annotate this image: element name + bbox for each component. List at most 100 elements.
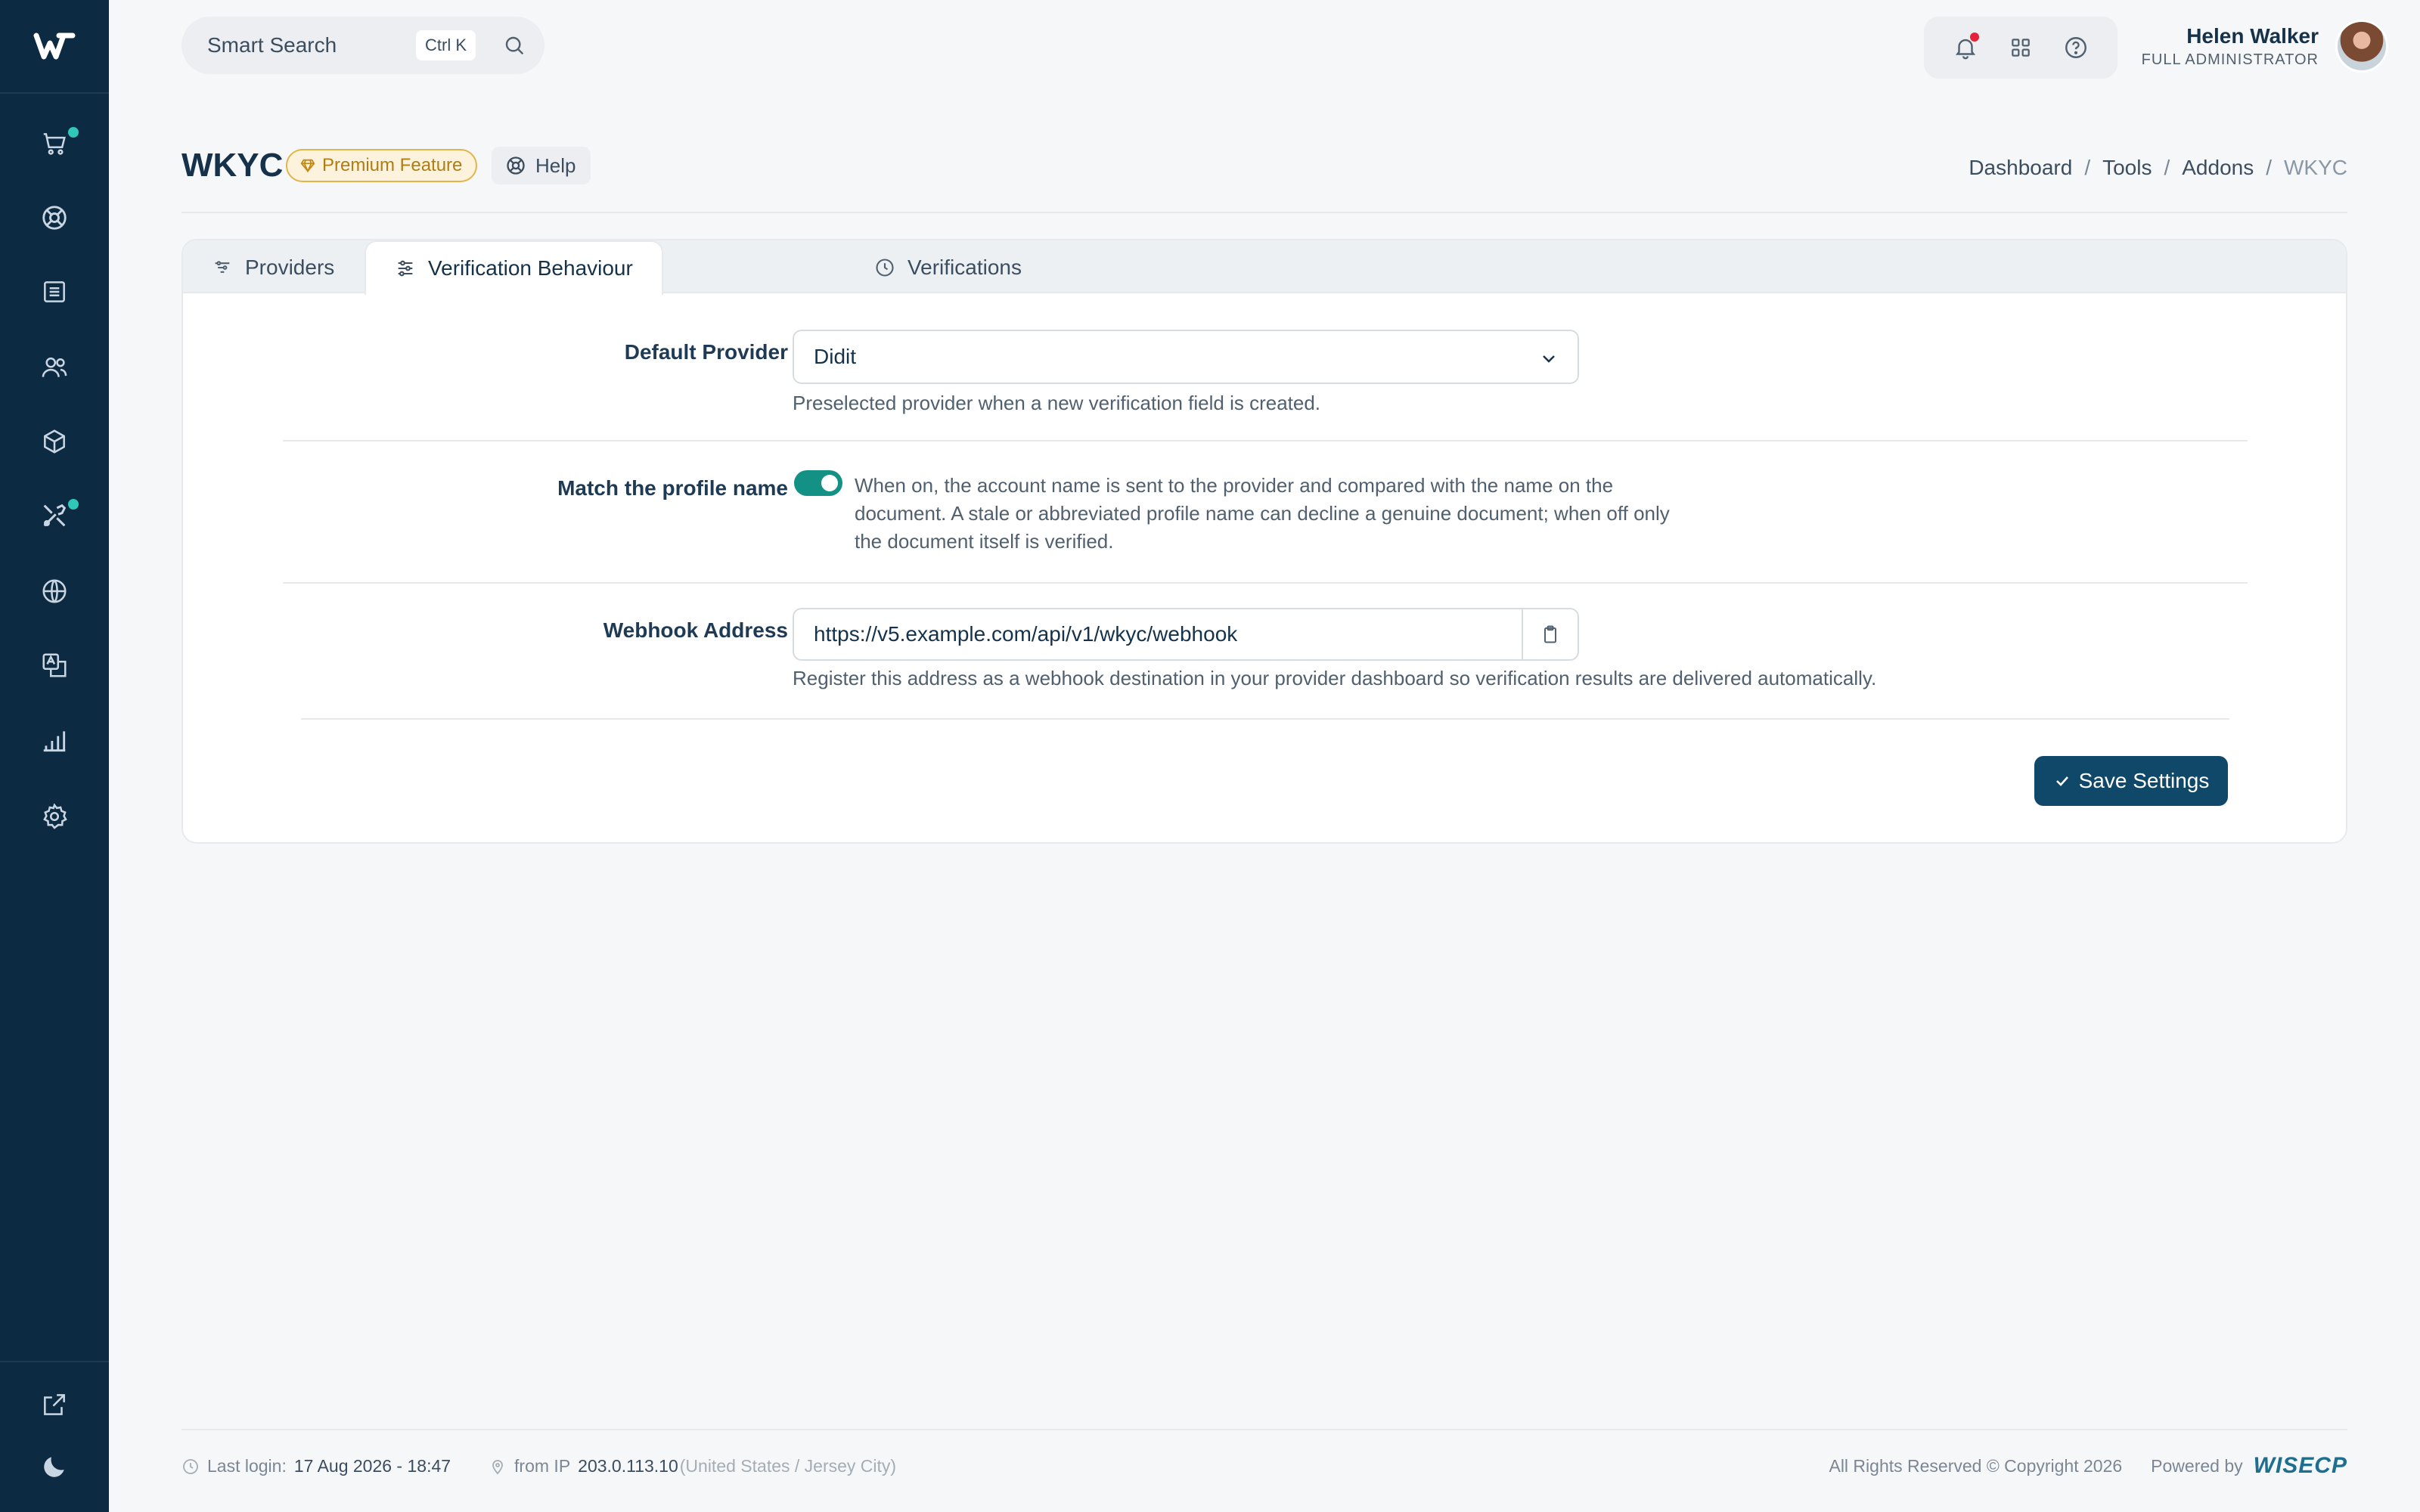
form-divider — [301, 718, 2229, 720]
brand-logo[interactable] — [0, 0, 109, 94]
box-icon — [44, 429, 65, 454]
smart-search[interactable]: Smart Search Ctrl K — [182, 17, 544, 74]
sidebar — [0, 0, 109, 1512]
user-menu[interactable]: Helen Walker FULL ADMINISTRATOR — [2142, 24, 2319, 69]
last-login-label: Last login: — [207, 1456, 287, 1476]
breadcrumb-separator: / — [2266, 156, 2272, 179]
globe-icon — [42, 579, 67, 603]
diamond-icon — [300, 159, 315, 173]
premium-badge-label: Premium Feature — [322, 155, 463, 175]
search-shortcut: Ctrl K — [416, 30, 476, 60]
header-divider — [182, 212, 2347, 213]
help-button[interactable]: Help — [492, 147, 591, 184]
question-icon — [2065, 37, 2087, 58]
wisecp-logo[interactable]: WISECP — [2254, 1453, 2347, 1479]
check-icon — [2055, 776, 2068, 786]
apps-button[interactable] — [2006, 33, 2036, 63]
help-label: Help — [535, 153, 576, 177]
breadcrumb-addons[interactable]: Addons — [2182, 156, 2254, 180]
tab-providers-label: Providers — [245, 256, 335, 279]
breadcrumb-current: WKYC — [2284, 156, 2347, 179]
default-provider-value: Didit — [814, 345, 857, 368]
clock-icon — [183, 1458, 198, 1474]
location-pin-icon — [492, 1459, 503, 1474]
default-provider-select[interactable]: Didit — [793, 330, 1579, 384]
settings-card: Providers Verification Behaviour Verific… — [182, 239, 2347, 844]
external-link-button[interactable] — [0, 1374, 109, 1435]
lifebuoy-icon — [42, 206, 67, 230]
sidebar-item-domains[interactable] — [0, 561, 109, 621]
tab-bar: Providers Verification Behaviour Verific… — [183, 240, 2346, 295]
copy-webhook-button[interactable] — [1522, 609, 1578, 659]
tab-verifications[interactable]: Verifications — [845, 240, 1050, 295]
settings-sliders-icon — [398, 260, 413, 277]
gear-icon — [43, 803, 67, 829]
save-settings-label: Save Settings — [2078, 769, 2210, 792]
breadcrumb-dashboard[interactable]: Dashboard — [1969, 156, 2072, 180]
invoice-icon — [44, 281, 65, 302]
tools-icon — [43, 503, 67, 527]
webhook-input[interactable]: https://v5.example.com/api/v1/wkyc/webho… — [794, 622, 1522, 646]
match-profile-toggle[interactable] — [794, 470, 842, 496]
bar-chart-icon — [43, 731, 66, 752]
save-settings-button[interactable]: Save Settings — [2034, 756, 2228, 806]
premium-badge: Premium Feature — [286, 149, 478, 182]
breadcrumb-separator: / — [2084, 156, 2091, 179]
webhook-label: Webhook Address — [603, 618, 788, 642]
breadcrumb: Dashboard / Tools / Addons / WKYC — [1969, 156, 2347, 180]
tab-verifications-label: Verifications — [908, 256, 1022, 279]
sidebar-item-billing[interactable] — [0, 262, 109, 322]
footer-copyright: All Rights Reserved © Copyright 2026 Pow… — [1829, 1453, 2347, 1479]
sliders-icon — [215, 261, 230, 273]
sidebar-divider — [0, 1361, 109, 1362]
ip-value: 203.0.113.10 — [578, 1456, 678, 1476]
notification-dot — [68, 127, 79, 138]
top-actions — [1924, 17, 2118, 79]
sidebar-item-tools[interactable] — [0, 485, 109, 546]
page-title: WKYC — [182, 147, 284, 184]
sidebar-item-orders[interactable] — [0, 113, 109, 174]
match-profile-description: When on, the account name is sent to the… — [855, 474, 1670, 553]
user-role: FULL ADMINISTRATOR — [2141, 51, 2319, 68]
toggle-knob — [821, 475, 838, 491]
powered-by-label: Powered by — [2151, 1455, 2243, 1476]
external-link-icon — [44, 1394, 65, 1415]
tab-verification-behaviour[interactable]: Verification Behaviour — [365, 240, 663, 295]
notifications-button[interactable] — [1950, 33, 1981, 63]
lifebuoy-icon — [507, 156, 525, 175]
users-icon — [42, 357, 67, 377]
cart-icon — [43, 133, 66, 155]
last-login-value: 17 Aug 2026 - 18:47 — [293, 1456, 451, 1476]
footer-login-info: Last login: 17 Aug 2026 - 18:47 from IP … — [182, 1456, 896, 1476]
webhook-hint: Register this address as a webhook desti… — [793, 667, 1877, 689]
sidebar-item-reports[interactable] — [0, 711, 109, 771]
ip-location: (United States / Jersey City) — [679, 1456, 897, 1476]
footer-divider — [182, 1429, 2347, 1430]
moon-icon — [44, 1457, 64, 1477]
copyright-text: All Rights Reserved © Copyright 2026 — [1829, 1455, 2123, 1476]
match-profile-label: Match the profile name — [557, 476, 788, 500]
help-center-button[interactable] — [2061, 33, 2091, 63]
grid-icon — [2012, 39, 2030, 57]
row-divider — [283, 582, 2248, 584]
search-placeholder: Smart Search — [207, 33, 337, 57]
sidebar-item-users[interactable] — [0, 337, 109, 398]
chevron-down-icon — [1543, 355, 1555, 363]
tab-providers[interactable]: Providers — [183, 240, 363, 295]
sidebar-item-translations[interactable] — [0, 635, 109, 696]
default-provider-hint: Preselected provider when a new verifica… — [793, 392, 1321, 414]
default-provider-label: Default Provider — [624, 340, 788, 364]
sidebar-item-support[interactable] — [0, 187, 109, 248]
breadcrumb-separator: / — [2164, 156, 2170, 179]
breadcrumb-tools[interactable]: Tools — [2102, 156, 2152, 180]
brand-logo-icon — [33, 33, 76, 60]
dark-mode-toggle[interactable] — [0, 1436, 109, 1497]
sidebar-item-settings[interactable] — [0, 786, 109, 847]
translate-icon — [42, 653, 67, 677]
sidebar-item-products[interactable] — [0, 411, 109, 472]
search-icon[interactable] — [502, 33, 526, 57]
avatar[interactable] — [2335, 20, 2388, 73]
notification-dot — [68, 499, 79, 510]
notification-dot — [1969, 33, 1979, 42]
row-divider — [283, 440, 2248, 442]
